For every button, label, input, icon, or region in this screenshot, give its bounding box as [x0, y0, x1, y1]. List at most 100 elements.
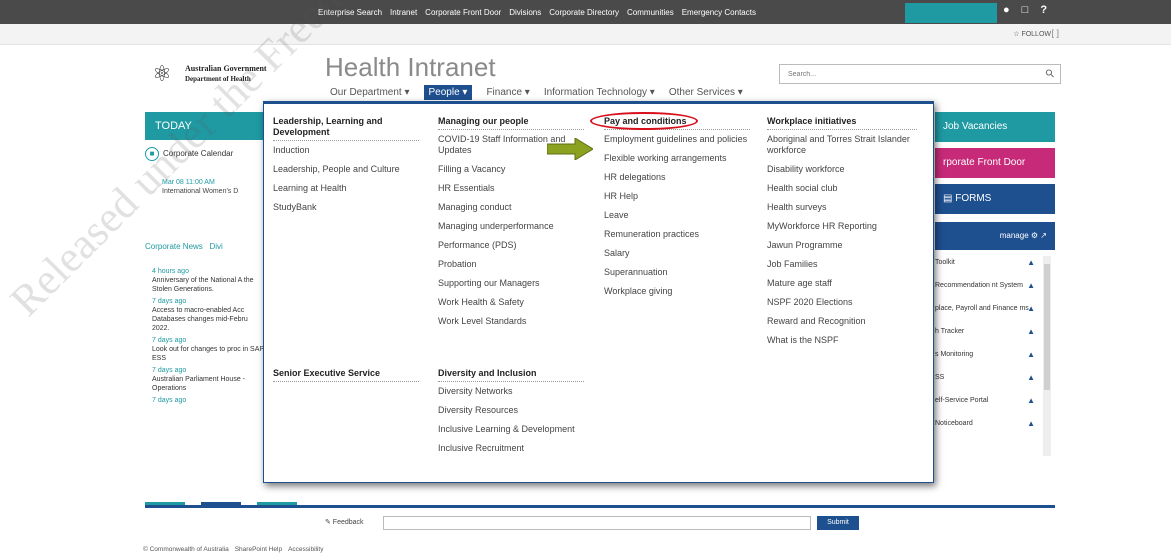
- menu-item[interactable]: Managing conduct: [438, 202, 584, 213]
- tool-item[interactable]: Noticeboard ▲: [935, 419, 1055, 442]
- menu-item[interactable]: Jawun Programme: [767, 240, 917, 251]
- site-title[interactable]: Health Intranet: [325, 52, 496, 83]
- menu-item[interactable]: Diversity Resources: [438, 405, 584, 416]
- menu-item[interactable]: Remuneration practices: [604, 229, 750, 240]
- gear-icon[interactable]: ⚙: [1031, 231, 1038, 240]
- focus-on-content-icon[interactable]: [ ]: [1051, 28, 1059, 38]
- pin-icon[interactable]: ▲: [1027, 281, 1035, 290]
- nav-finance[interactable]: Finance ▾: [486, 87, 529, 98]
- menu-item[interactable]: NSPF 2020 Elections: [767, 297, 917, 308]
- link-corporate-directory[interactable]: Corporate Directory: [549, 8, 619, 17]
- menu-item[interactable]: Employment guidelines and policies: [604, 134, 750, 145]
- news-item[interactable]: 7 days ago Australian Parliament House - …: [152, 366, 264, 393]
- news-item[interactable]: 7 days ago Access to macro-enabled Acc Da…: [152, 297, 264, 333]
- menu-heading[interactable]: Senior Executive Service: [273, 368, 419, 382]
- menu-heading[interactable]: Diversity and Inclusion: [438, 368, 584, 382]
- menu-item[interactable]: What is the NSPF: [767, 335, 917, 346]
- pin-icon[interactable]: ▲: [1027, 258, 1035, 267]
- menu-item[interactable]: Health social club: [767, 183, 917, 194]
- menu-heading[interactable]: Managing our people: [438, 116, 584, 130]
- corporate-calendar-link[interactable]: ■ Corporate Calendar: [145, 147, 265, 161]
- link-enterprise-search[interactable]: Enterprise Search: [318, 8, 382, 17]
- tab-corporate-news[interactable]: Corporate News: [145, 242, 203, 251]
- tool-item[interactable]: Toolkit ▲: [935, 258, 1055, 281]
- menu-item[interactable]: Managing underperformance: [438, 221, 584, 232]
- menu-item[interactable]: Mature age staff: [767, 278, 917, 289]
- menu-heading[interactable]: Leadership, Learning and Development: [273, 116, 419, 141]
- link-emergency-contacts[interactable]: Emergency Contacts: [682, 8, 756, 17]
- news-item[interactable]: 4 hours ago Anniversary of the National A…: [152, 267, 264, 294]
- tool-item[interactable]: elf-Service Portal ▲: [935, 396, 1055, 419]
- tool-item[interactable]: SS ▲: [935, 373, 1055, 396]
- tool-item[interactable]: h Tracker ▲: [935, 327, 1055, 350]
- menu-heading[interactable]: Workplace initiatives: [767, 116, 917, 130]
- menu-item[interactable]: Supporting our Managers: [438, 278, 584, 289]
- menu-item[interactable]: Flexible working arrangements: [604, 153, 750, 164]
- accessibility-link[interactable]: Accessibility: [288, 546, 323, 553]
- person-icon[interactable]: ●: [1003, 4, 1010, 16]
- search-icon[interactable]: ⚲: [1043, 66, 1057, 81]
- news-item[interactable]: 7 days ago Look out for changes to proc i…: [152, 336, 264, 363]
- forms-tile[interactable]: ▤ FORMS: [935, 184, 1055, 214]
- menu-item[interactable]: Aboriginal and Torres Strait Islander wo…: [767, 134, 917, 156]
- manage-link[interactable]: manage: [1000, 231, 1029, 240]
- menu-item[interactable]: Performance (PDS): [438, 240, 584, 251]
- menu-item[interactable]: Inclusive Recruitment: [438, 443, 584, 454]
- menu-item[interactable]: Diversity Networks: [438, 386, 584, 397]
- menu-item[interactable]: Leave: [604, 210, 750, 221]
- nav-information-technology[interactable]: Information Technology ▾: [544, 87, 655, 98]
- menu-item[interactable]: Job Families: [767, 259, 917, 270]
- gov-logo[interactable]: ⚛ Australian Government Department of He…: [145, 60, 266, 88]
- job-vacancies-tile[interactable]: Job Vacancies: [935, 112, 1055, 142]
- link-divisions[interactable]: Divisions: [509, 8, 541, 17]
- link-corporate-front-door[interactable]: Corporate Front Door: [425, 8, 501, 17]
- menu-item[interactable]: HR delegations: [604, 172, 750, 183]
- menu-item[interactable]: Filling a Vacancy: [438, 164, 584, 175]
- pin-icon[interactable]: ▲: [1027, 304, 1035, 313]
- follow-button[interactable]: ☆ FOLLOW: [1013, 30, 1051, 38]
- menu-item[interactable]: Leadership, People and Culture: [273, 164, 419, 175]
- feedback-input[interactable]: [383, 516, 811, 530]
- calendar-event[interactable]: Mar 08 11:00 AM International Women's D: [162, 178, 272, 196]
- tool-item[interactable]: place, Payroll and Finance ms ▲: [935, 304, 1055, 327]
- menu-item[interactable]: Disability workforce: [767, 164, 917, 175]
- menu-item[interactable]: Work Level Standards: [438, 316, 584, 327]
- menu-item[interactable]: Reward and Recognition: [767, 316, 917, 327]
- sharepoint-help-link[interactable]: SharePoint Help: [235, 546, 282, 553]
- news-item[interactable]: 7 days ago: [152, 396, 264, 405]
- tab-divisional[interactable]: Divi: [209, 242, 222, 251]
- menu-item[interactable]: HR Help: [604, 191, 750, 202]
- menu-item[interactable]: Learning at Health: [273, 183, 419, 194]
- submit-button[interactable]: Submit: [817, 516, 859, 530]
- tools-scrollbar[interactable]: [1043, 256, 1051, 456]
- menu-item[interactable]: Induction: [273, 145, 419, 156]
- tool-item[interactable]: Recommendation nt System ▲: [935, 281, 1055, 304]
- menu-item[interactable]: MyWorkforce HR Reporting: [767, 221, 917, 232]
- tool-item[interactable]: s Monitoring ▲: [935, 350, 1055, 373]
- scrollbar-thumb[interactable]: [1044, 264, 1050, 390]
- menu-item[interactable]: Workplace giving: [604, 286, 750, 297]
- link-intranet[interactable]: Intranet: [390, 8, 417, 17]
- nav-other-services[interactable]: Other Services ▾: [669, 87, 743, 98]
- pin-icon[interactable]: ▲: [1027, 396, 1035, 405]
- menu-item[interactable]: Work Health & Safety: [438, 297, 584, 308]
- nav-people[interactable]: People ▾: [423, 84, 473, 100]
- pin-icon[interactable]: ▲: [1027, 350, 1035, 359]
- menu-item[interactable]: Health surveys: [767, 202, 917, 213]
- corporate-front-door-tile[interactable]: rporate Front Door: [935, 148, 1055, 178]
- nav-our-department[interactable]: Our Department ▾: [330, 87, 410, 98]
- expand-icon[interactable]: ↗: [1040, 231, 1047, 240]
- menu-item[interactable]: Salary: [604, 248, 750, 259]
- menu-item[interactable]: Superannuation: [604, 267, 750, 278]
- pin-icon[interactable]: ▲: [1027, 327, 1035, 336]
- menu-item[interactable]: Inclusive Learning & Development: [438, 424, 584, 435]
- chat-icon[interactable]: □: [1022, 4, 1029, 16]
- link-communities[interactable]: Communities: [627, 8, 674, 17]
- menu-item[interactable]: HR Essentials: [438, 183, 584, 194]
- menu-item[interactable]: Probation: [438, 259, 584, 270]
- pin-icon[interactable]: ▲: [1027, 419, 1035, 428]
- search-input[interactable]: [780, 65, 1020, 83]
- help-icon[interactable]: ?: [1040, 4, 1047, 16]
- menu-item[interactable]: StudyBank: [273, 202, 419, 213]
- pin-icon[interactable]: ▲: [1027, 373, 1035, 382]
